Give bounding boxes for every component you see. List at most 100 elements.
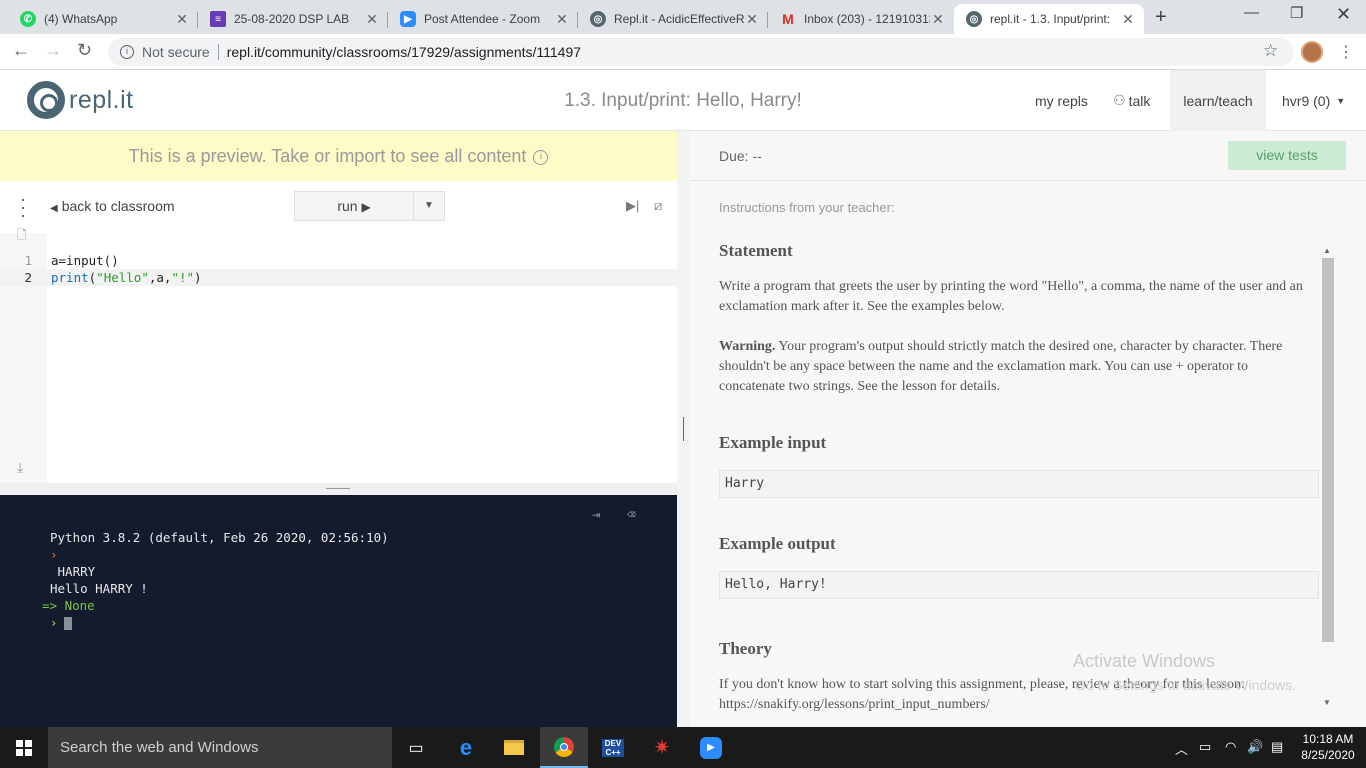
bookmark-star-icon[interactable]: ☆: [1263, 41, 1278, 61]
pane-resize-handle[interactable]: [0, 483, 677, 495]
panel-splitter[interactable]: [677, 131, 690, 727]
profile-avatar[interactable]: [1301, 41, 1323, 63]
collapse-icon[interactable]: ⧄: [654, 198, 662, 214]
console-input-line[interactable]: ›: [50, 614, 72, 631]
taskbar-clock[interactable]: 10:18 AM 8/25/2020: [1300, 731, 1356, 763]
chrome-icon[interactable]: [540, 727, 588, 768]
step-forward-icon[interactable]: ▶|: [626, 198, 639, 214]
activate-windows-subtitle: Go to Settings to activate Windows.: [1075, 677, 1296, 693]
run-dropdown[interactable]: ▼: [413, 191, 445, 221]
tab-title: (4) WhatsApp: [44, 12, 118, 26]
notifications-icon[interactable]: ▤: [1271, 739, 1283, 755]
nav-label: talk: [1128, 92, 1151, 109]
code-text: print("Hello",a,"!"): [51, 269, 202, 286]
nav-learn-teach[interactable]: learn/teach: [1170, 70, 1266, 131]
download-icon[interactable]: ⤓: [17, 459, 23, 476]
new-tab-icon[interactable]: +: [1155, 6, 1167, 29]
tray-chevron-icon[interactable]: ︿: [1175, 739, 1188, 758]
warning-body: Your program's output should strictly ma…: [719, 339, 1283, 394]
task-view-icon[interactable]: ▭: [392, 727, 440, 768]
whatsapp-icon: ✆: [20, 11, 36, 27]
grip-icon: [683, 417, 684, 441]
clock-date: 8/25/2020: [1301, 748, 1355, 762]
browser-menu-icon[interactable]: ⋮: [1338, 42, 1354, 62]
tab-title: Repl.it - AcidicEffectiveR: [614, 12, 744, 26]
info-icon[interactable]: i: [120, 45, 134, 59]
url-text[interactable]: repl.it/community/classrooms/17929/assig…: [227, 44, 581, 60]
chevron-down-icon: ▼: [1336, 95, 1346, 106]
minimize-icon[interactable]: —: [1244, 4, 1259, 21]
console-output[interactable]: ⇥ ⌫ Python 3.8.2 (default, Feb 26 2020, …: [0, 495, 677, 727]
username: hvr9 (0): [1282, 92, 1331, 109]
gmail-icon: M: [782, 11, 794, 27]
tab-title: repl.it - 1.3. Input/print:: [990, 12, 1111, 26]
play-icon: ▶: [361, 200, 371, 214]
tab-gmail[interactable]: M Inbox (203) - 121910313 ✕: [768, 4, 954, 34]
view-tests-button[interactable]: view tests: [1228, 141, 1346, 170]
tab-replit-assignment[interactable]: ◎ repl.it - 1.3. Input/print: ✕: [954, 4, 1144, 34]
start-button[interactable]: [0, 727, 48, 768]
close-icon[interactable]: ✕: [744, 11, 760, 28]
theory-heading: Theory: [719, 639, 772, 658]
restore-icon[interactable]: ❐: [1290, 4, 1303, 22]
code-line[interactable]: 1 a=input(): [0, 252, 677, 269]
scrollbar-thumb[interactable]: [1322, 258, 1334, 642]
close-icon[interactable]: ✕: [930, 11, 946, 28]
volume-icon[interactable]: 🔊: [1247, 739, 1263, 755]
example-output-heading: Example output: [719, 534, 836, 553]
spider-app-icon[interactable]: ✷: [638, 727, 686, 768]
reload-icon[interactable]: ↻: [77, 40, 92, 61]
run-button[interactable]: run ▶: [294, 191, 414, 221]
tab-replit-acidic[interactable]: ◎ Repl.it - AcidicEffectiveR ✕: [578, 4, 768, 34]
code-line[interactable]: 2 print("Hello",a,"!"): [0, 269, 677, 286]
back-arrow-icon[interactable]: ←: [12, 40, 30, 61]
forward-arrow-icon[interactable]: →: [44, 40, 62, 61]
browser-toolbar: ← → ↻ i Not secure repl.it/community/cla…: [0, 34, 1366, 70]
tab-dsp-lab[interactable]: ≡ 25-08-2020 DSP LAB ✕: [198, 4, 388, 34]
edge-icon[interactable]: e: [442, 727, 490, 768]
close-icon[interactable]: ✕: [1120, 11, 1136, 28]
preview-text: This is a preview. Take or import to see…: [128, 146, 527, 166]
editor-controls: · · · ◀ back to classroom run ▶ ▼ ▶| ⧄: [0, 181, 677, 233]
info-icon[interactable]: i: [533, 149, 549, 165]
code-editor[interactable]: 🗋 1 a=input() 2 print("Hello",a,"!") ⤓: [0, 228, 677, 483]
nav-talk[interactable]: ⚇ talk: [1113, 70, 1150, 131]
warning-text: Warning. Your program's output should st…: [719, 337, 1315, 397]
preview-notice: This is a preview. Take or import to see…: [0, 131, 677, 181]
taskbar-search[interactable]: Search the web and Windows: [48, 727, 392, 768]
wifi-icon[interactable]: ◠: [1225, 739, 1236, 755]
file-explorer-icon[interactable]: [490, 727, 538, 768]
console-expand-icon[interactable]: ⇥: [592, 507, 600, 523]
more-options-icon[interactable]: · · ·: [20, 190, 26, 224]
back-to-classroom-link[interactable]: ◀ back to classroom: [50, 198, 175, 214]
due-bar: Due: -- view tests: [690, 131, 1366, 181]
people-icon: ⚇: [1113, 92, 1126, 108]
caret-left-icon: ◀: [50, 203, 58, 214]
close-icon[interactable]: ✕: [174, 11, 190, 28]
scroll-up-icon[interactable]: ▲: [1323, 246, 1331, 255]
dev-cpp-icon[interactable]: DEV C++: [589, 727, 637, 768]
statement-text: Write a program that greets the user by …: [719, 279, 1303, 314]
nav-my-repls[interactable]: my repls: [1035, 70, 1088, 131]
text-cursor: [63, 617, 72, 630]
battery-icon[interactable]: ▭: [1199, 739, 1211, 755]
result-arrow: =>: [42, 598, 58, 613]
tab-title: 25-08-2020 DSP LAB: [234, 12, 350, 26]
tab-zoom[interactable]: ▶ Post Attendee - Zoom ✕: [388, 4, 578, 34]
warning-label: Warning.: [719, 339, 776, 354]
close-icon[interactable]: ✕: [364, 11, 380, 28]
address-bar[interactable]: i Not secure repl.it/community/classroom…: [108, 38, 1294, 66]
user-menu[interactable]: hvr9 (0) ▼: [1282, 70, 1345, 131]
theory-link[interactable]: https://snakify.org/lessons/print_input_…: [719, 695, 1315, 715]
window-close-icon[interactable]: ✕: [1336, 4, 1351, 25]
console-prompt: ›: [50, 615, 58, 630]
zoom-icon[interactable]: ▶: [687, 727, 735, 768]
file-icon[interactable]: 🗋: [17, 226, 27, 247]
example-output-box: Hello, Harry!: [719, 571, 1319, 599]
close-icon[interactable]: ✕: [554, 11, 570, 28]
result-value: None: [64, 598, 95, 613]
example-input-box: Harry: [719, 470, 1319, 498]
scroll-down-icon[interactable]: ▼: [1323, 698, 1331, 707]
tab-whatsapp[interactable]: ✆ (4) WhatsApp ✕: [8, 4, 198, 34]
clear-console-icon[interactable]: ⌫: [627, 507, 635, 523]
